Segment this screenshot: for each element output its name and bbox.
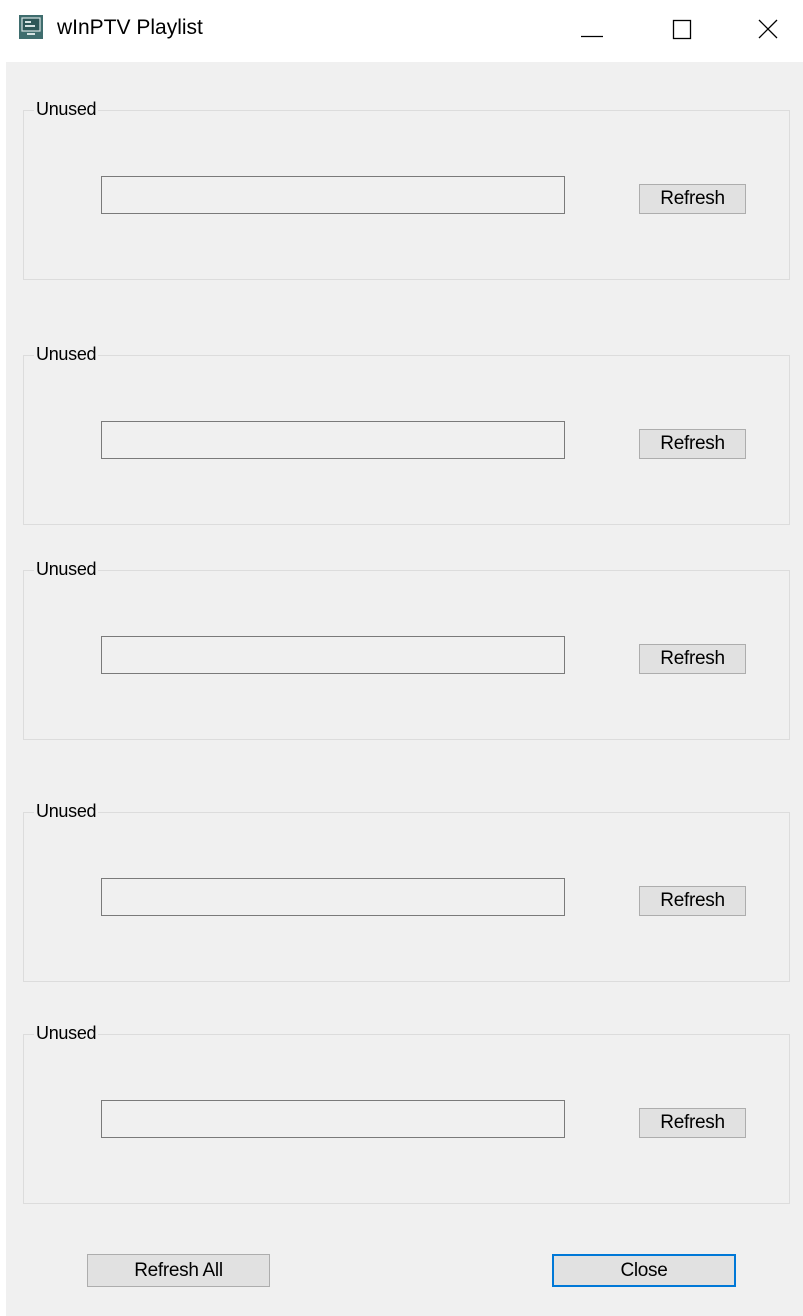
client-area: Unused Refresh Unused Refresh Unused Ref… (6, 62, 803, 1316)
playlist-window: wInPTV Playlist Unused Refresh Unused Re… (0, 0, 803, 1316)
group-legend: Unused (34, 800, 99, 822)
tv-playlist-icon (19, 15, 43, 39)
maximize-icon (672, 19, 692, 40)
refresh-button-4[interactable]: Refresh (639, 886, 746, 916)
minimize-button[interactable] (557, 0, 627, 60)
window-title: wInPTV Playlist (57, 16, 203, 39)
playlist-group-2: Unused Refresh (23, 343, 790, 525)
group-legend: Unused (34, 558, 99, 580)
maximize-button[interactable] (647, 0, 717, 60)
refresh-button-1[interactable]: Refresh (639, 184, 746, 214)
playlist-url-field-2[interactable] (101, 421, 565, 459)
playlist-url-field-1[interactable] (101, 176, 565, 214)
refresh-button-3[interactable]: Refresh (639, 644, 746, 674)
minimize-icon (581, 35, 603, 38)
group-legend: Unused (34, 98, 99, 120)
refresh-button-5[interactable]: Refresh (639, 1108, 746, 1138)
close-icon (758, 19, 778, 39)
title-bar[interactable]: wInPTV Playlist (0, 0, 803, 62)
playlist-group-3: Unused Refresh (23, 558, 790, 740)
playlist-group-1: Unused Refresh (23, 98, 790, 280)
close-window-button[interactable] (733, 0, 803, 60)
refresh-button-2[interactable]: Refresh (639, 429, 746, 459)
playlist-group-4: Unused Refresh (23, 800, 790, 982)
group-legend: Unused (34, 1022, 99, 1044)
group-legend: Unused (34, 343, 99, 365)
close-button[interactable]: Close (552, 1254, 736, 1287)
playlist-url-field-4[interactable] (101, 878, 565, 916)
playlist-url-field-3[interactable] (101, 636, 565, 674)
playlist-group-5: Unused Refresh (23, 1022, 790, 1204)
playlist-url-field-5[interactable] (101, 1100, 565, 1138)
refresh-all-button[interactable]: Refresh All (87, 1254, 270, 1287)
